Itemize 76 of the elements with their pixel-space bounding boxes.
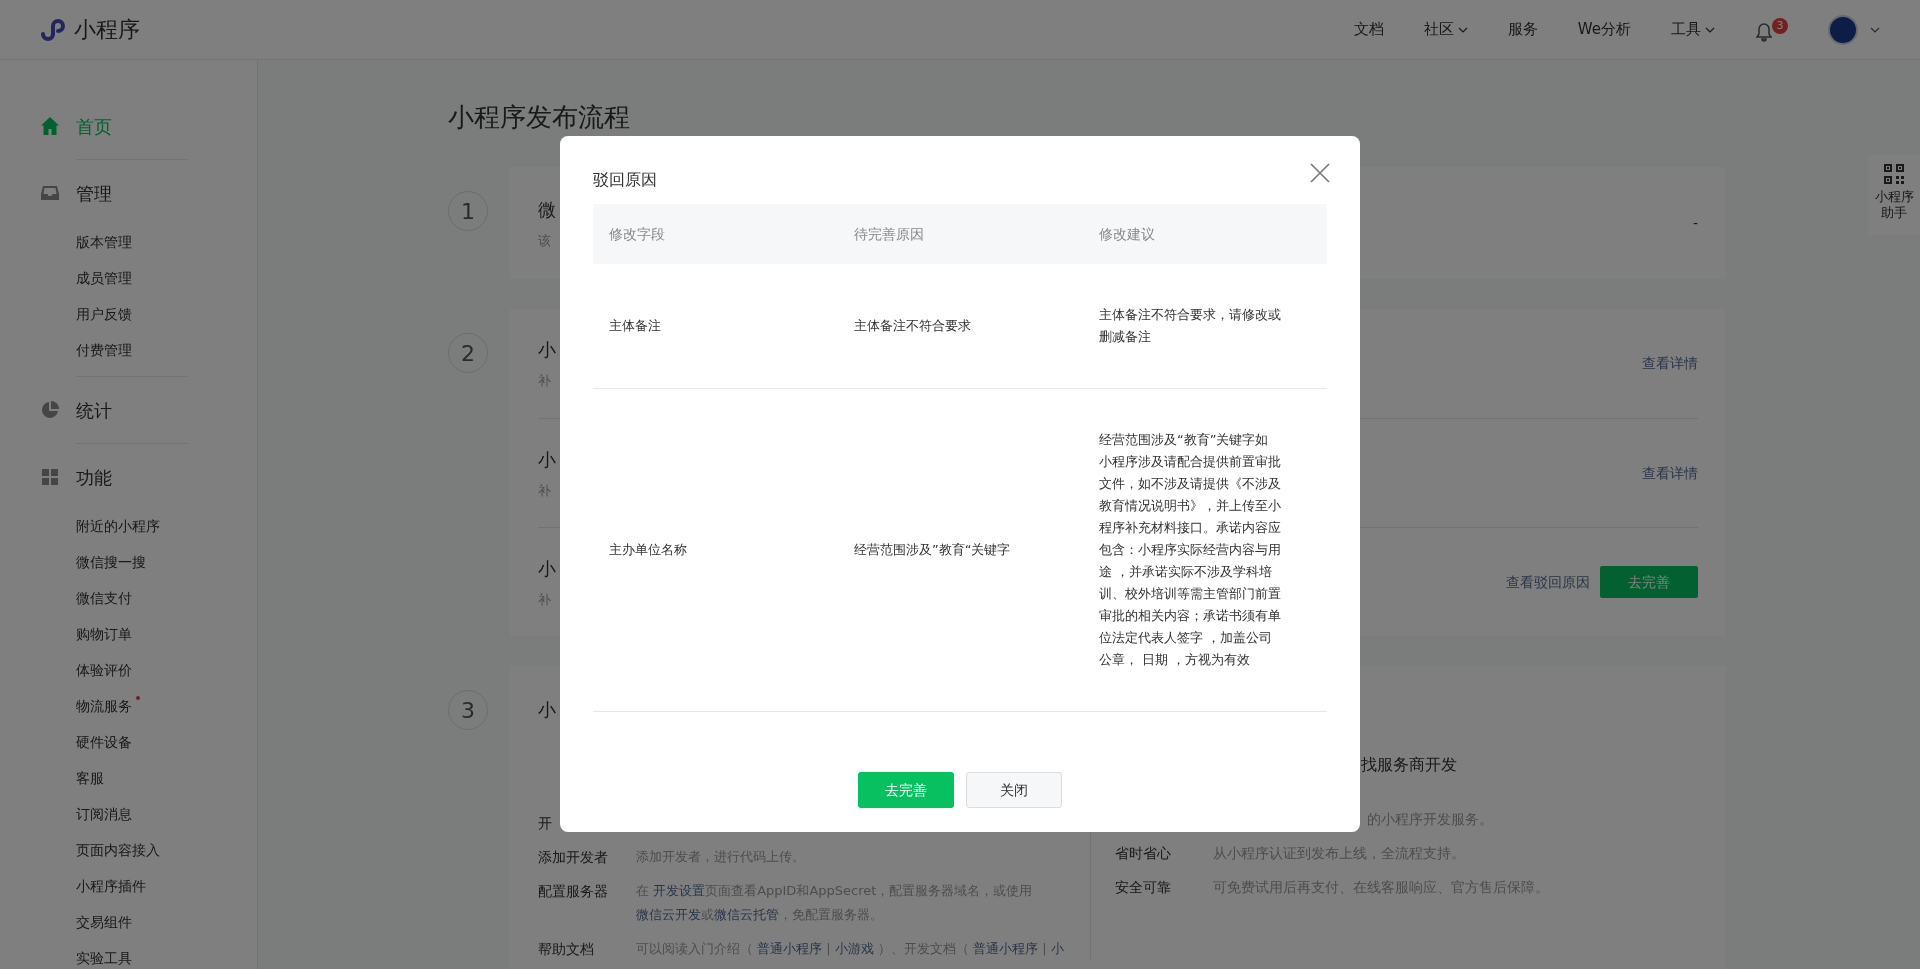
detail-link[interactable]: 查看详情 [1642,353,1698,374]
sidebar-group[interactable]: 统计 [40,377,257,443]
sidebar-item[interactable]: 物流服务 [76,695,140,717]
logo-text: 小程序 [74,16,140,44]
sidebar-group[interactable]: 管理 [40,160,257,226]
notification-count: 3 [1772,17,1788,34]
sidebar-item[interactable]: 微信支付 [76,587,132,609]
step-title: 小 [537,698,557,722]
sidebar-group[interactable]: 功能 [40,444,257,510]
nav-link[interactable]: 服务 [1507,18,1538,41]
step-title: 小 [538,447,556,472]
row-label: 开 [538,814,553,833]
table-cell-text: 主体备注 [609,317,662,335]
step-title: 小 [538,556,556,581]
column-header: 修改建议 [1099,224,1156,244]
sidebar-item[interactable]: 小程序插件 [76,875,146,897]
nav-link[interactable]: We分析 [1577,18,1631,41]
column-title: 找服务商开发 [1359,754,1458,776]
sidebar-item[interactable]: 交易组件 [76,911,132,933]
pie-chart-icon [40,400,60,420]
improve-button[interactable]: 去完善 [858,772,954,808]
sidebar-item[interactable]: 附近的小程序 [76,515,160,537]
sidebar-item[interactable]: 用户反馈 [76,303,132,325]
table-cell-text: 主体备注不符合要求，请修改或删减备注 [1099,306,1281,346]
sidebar-item[interactable]: 页面内容接入 [76,839,160,861]
row-label: 添加开发者 [538,848,609,867]
table-cell-text: 经营范围涉及“教育”关键字如小程序涉及请配合提供前置审批文件，如不涉及请提供《不涉及教育情况说明书》，并上传至小程序补充材料接口。承诺内容应包含：小程序实际经营内容与用途 ，并承诺实际不涉及学科培训、校外培训等需主管部门前置审批的相关内容；承诺书须有单位法定代表人签字 ，加盖公司公章， 日期 ，方视为有效 [1099,431,1281,669]
table-cell-text: 主体备注不符合要求 [854,317,972,335]
doc-link[interactable]: 普通小程序 [973,941,1039,956]
column-header: 待完善原因 [854,224,925,244]
avatar[interactable] [1828,14,1858,45]
row-label: 配置服务器 [538,882,609,901]
doc-link[interactable]: 微信云开发 [636,907,701,922]
table-cell-text: 主办单位名称 [609,541,688,559]
nav-link[interactable]: 社区 [1423,18,1468,41]
sidebar-item[interactable]: 成员管理 [76,267,132,289]
nav-link[interactable]: 文档 [1353,18,1384,41]
doc-link[interactable]: 小游戏 [834,941,874,956]
sidebar-item[interactable]: 硬件设备 [76,731,132,753]
dialog-title: 驳回原因 [593,169,657,191]
chevron-down-icon [1457,26,1468,33]
bell-icon[interactable] [1755,21,1773,42]
inbox-icon [40,183,60,203]
step-title: 小 [538,338,556,363]
sidebar-item[interactable]: 微信搜一搜 [76,551,146,573]
row-label: 省时省心 [1115,844,1172,863]
sidebar-item[interactable]: 客服 [76,767,104,789]
detail-link[interactable]: 查看详情 [1642,462,1698,484]
sidebar-item[interactable]: 体验评价 [76,659,132,681]
doc-link[interactable]: 普通小程序 [757,941,823,956]
home-icon [40,116,60,136]
doc-link[interactable]: 微信云托管 [714,907,779,922]
chevron-down-icon [1705,26,1715,33]
sidebar-item[interactable]: 付费管理 [76,339,132,361]
close-icon[interactable] [1309,162,1331,184]
status-text: - [1692,213,1698,233]
sidebar-item[interactable]: 实验工具 [76,947,132,969]
sidebar-item[interactable]: 订阅消息 [76,803,132,825]
doc-link[interactable]: 开发设置 [653,883,706,898]
detail-link[interactable]: 查看驳回原因 [1506,571,1590,593]
page-title: 小程序发布流程 [448,101,631,134]
assistant-button[interactable]: 小程序助手 [1868,155,1920,235]
chevron-down-icon [1870,26,1880,33]
close-button[interactable]: 关闭 [966,772,1062,808]
qr-code-icon [1883,163,1905,185]
grid-icon [40,467,60,487]
table-cell-text: 经营范围涉及”教育“关键字 [854,541,1012,559]
column-header: 修改字段 [609,224,666,244]
step-title: 微 [538,197,556,222]
sidebar-item[interactable]: 版本管理 [76,231,132,253]
doc-link[interactable]: 小 [1050,941,1064,956]
row-label: 安全可靠 [1115,878,1172,897]
sidebar-item[interactable]: 购物订单 [76,623,132,645]
row-label: 帮助文档 [538,940,595,959]
nav-link[interactable]: 工具 [1671,18,1715,41]
logo-icon [40,17,66,42]
